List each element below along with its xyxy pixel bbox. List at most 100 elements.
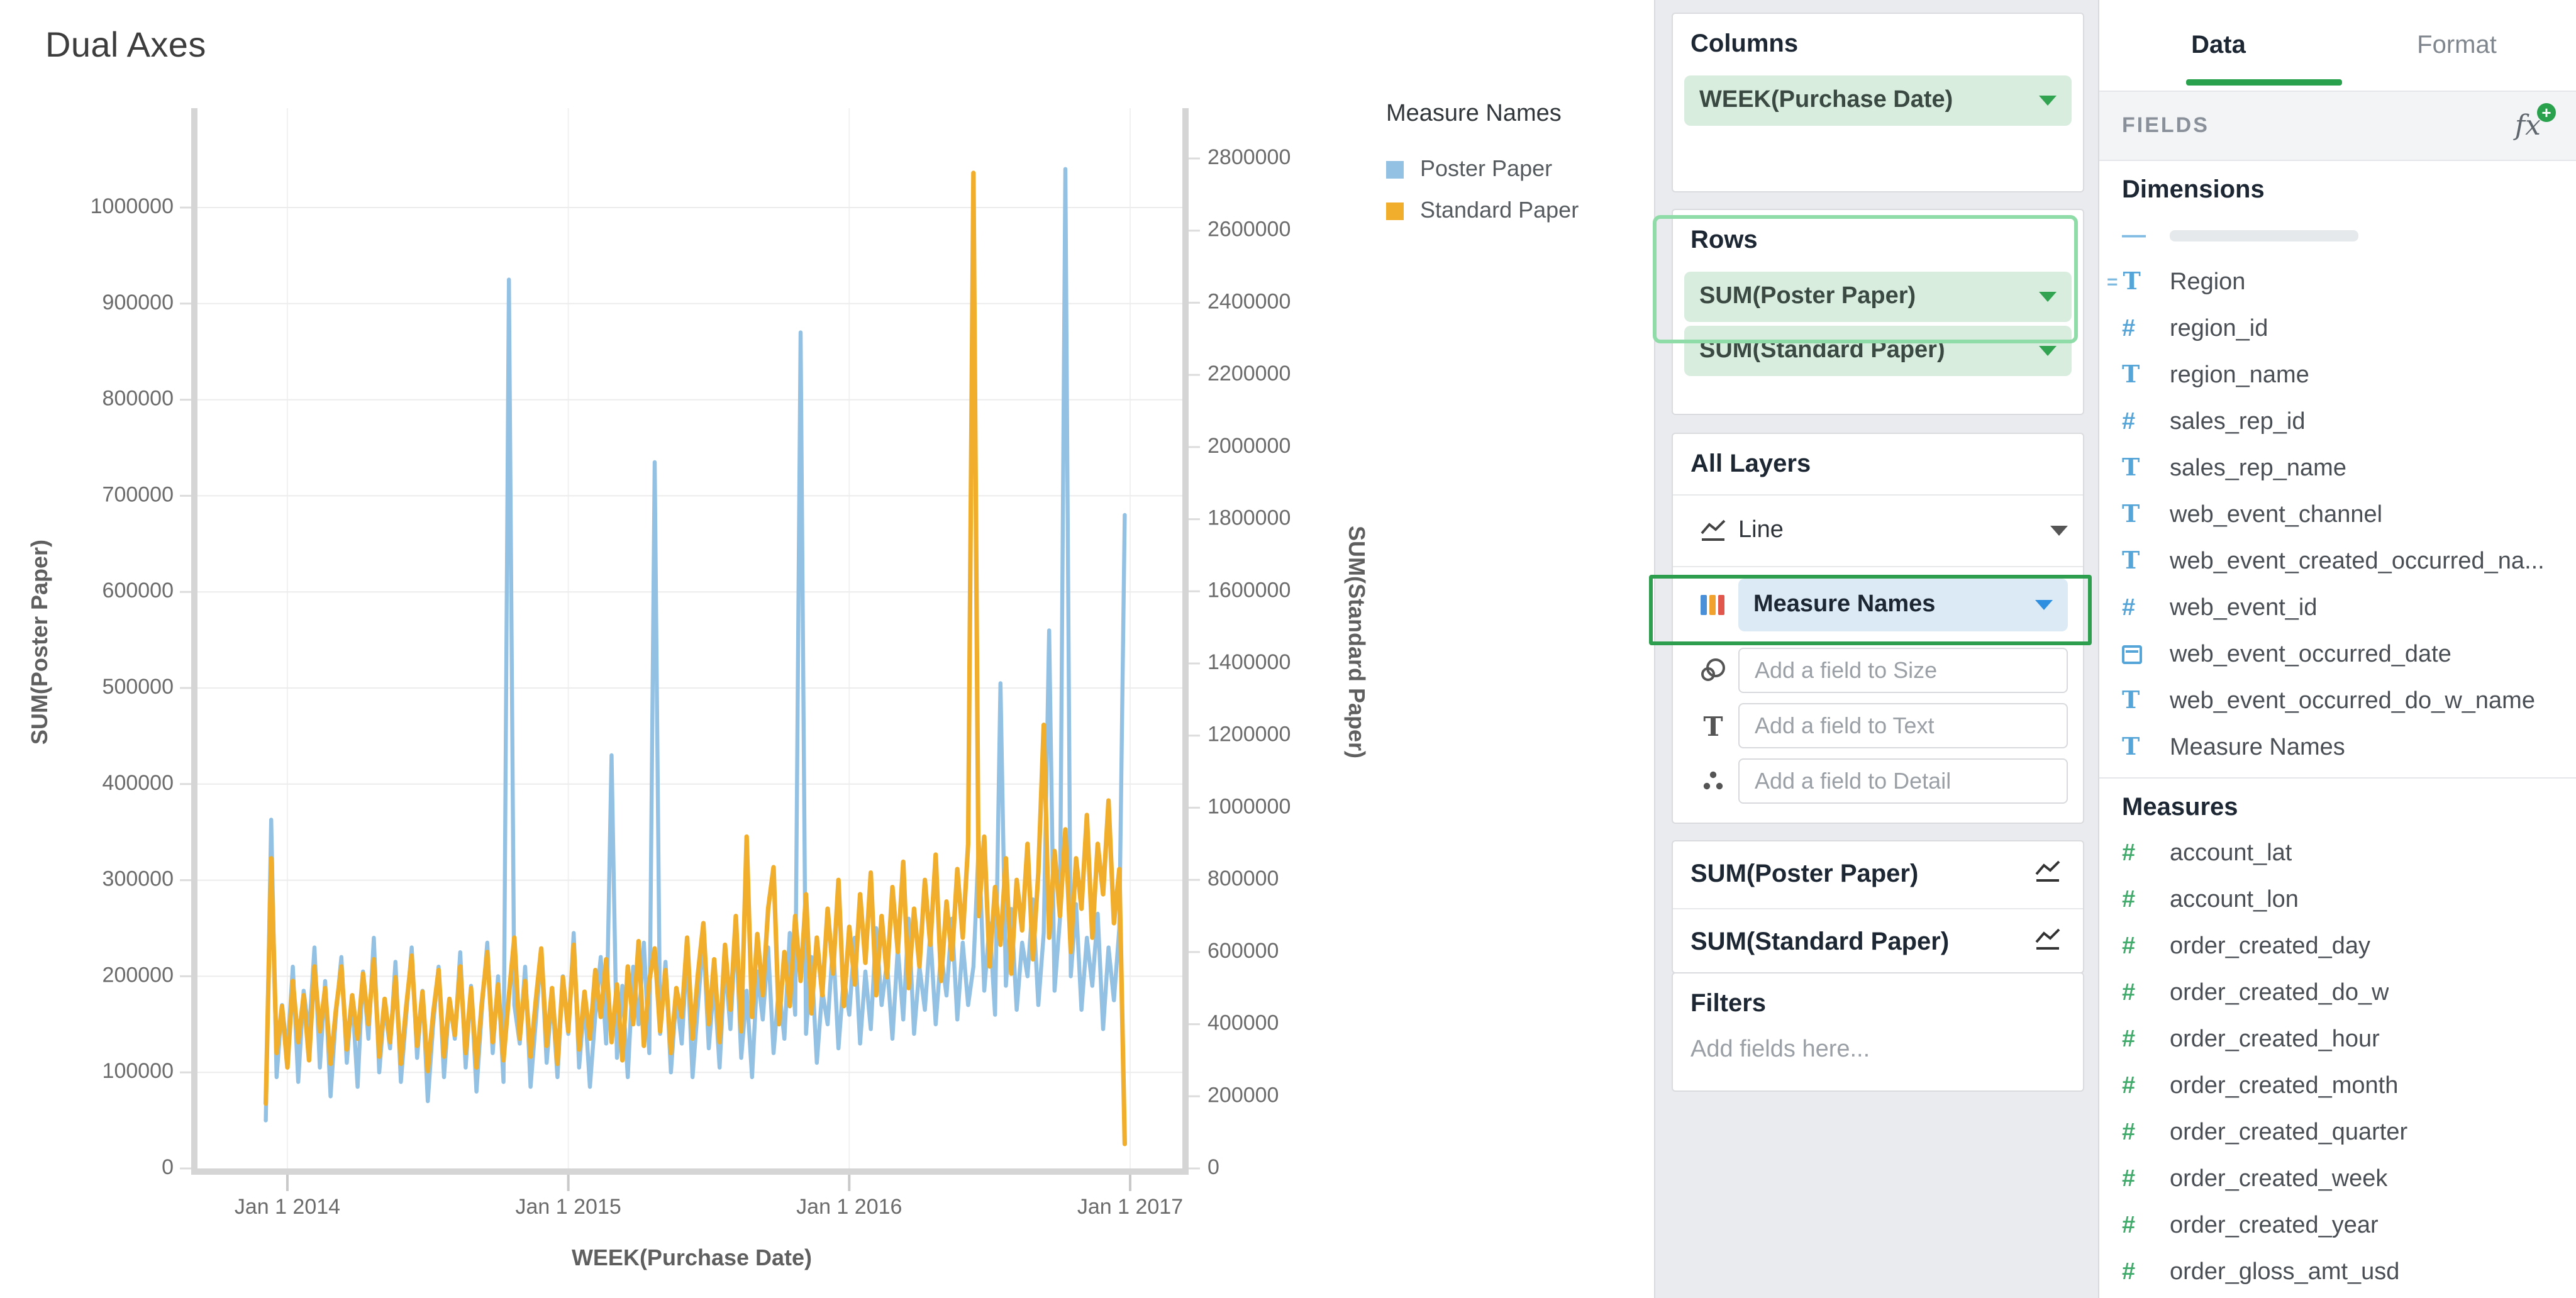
rows-pill-sum-poster-paper[interactable]: SUM(Poster Paper): [1684, 272, 2072, 322]
field-row-region-name[interactable]: Tregion_name: [2099, 352, 2576, 399]
right-tick-label: 2800000: [1208, 145, 1291, 169]
field-row-region[interactable]: =TRegion: [2099, 259, 2576, 306]
field-row-web-event-channel[interactable]: Tweb_event_channel: [2099, 492, 2576, 538]
field-row-region-id[interactable]: #region_id: [2099, 306, 2576, 352]
left-tick-label: 400000: [103, 771, 174, 795]
chevron-down-icon[interactable]: [2039, 292, 2057, 302]
dimensions-header: Dimensions: [2099, 161, 2576, 213]
columns-pill-week-purchase-date[interactable]: WEEK(Purchase Date): [1684, 75, 2072, 126]
field-label: Region: [2170, 269, 2245, 296]
partial-field-icon: —: [2122, 224, 2146, 248]
field-label: order_created_quarter: [2170, 1119, 2407, 1146]
size-shelf-row: Add a field to Size: [1673, 643, 2083, 698]
field-row-web-event-occurred-do-w-name[interactable]: Tweb_event_occurred_do_w_name: [2099, 678, 2576, 724]
number-type-icon: #: [2122, 1167, 2135, 1191]
color-pill-measure-names[interactable]: Measure Names: [1738, 579, 2068, 631]
field-row-partial[interactable]: —: [2099, 213, 2576, 259]
chevron-down-icon[interactable]: [2039, 346, 2057, 356]
plus-icon: +: [2537, 103, 2556, 121]
size-icon: [1688, 658, 1738, 683]
field-row-web-event-occurred-date[interactable]: web_event_occurred_date: [2099, 631, 2576, 678]
columns-shelf: Columns WEEK(Purchase Date): [1672, 13, 2084, 192]
legend-swatch: [1386, 160, 1404, 178]
layer-row-sum-poster-paper[interactable]: SUM(Poster Paper): [1673, 841, 2083, 908]
field-label: order_created_do_w: [2170, 979, 2389, 1007]
field-label: order_gloss_amt_usd: [2170, 1258, 2399, 1286]
left-tick-label: 900000: [103, 291, 174, 314]
add-calculated-field-button[interactable]: fx+: [2515, 110, 2553, 141]
field-label: web_event_occurred_do_w_name: [2170, 687, 2535, 715]
text-type-icon: T: [2122, 457, 2140, 480]
filters-header: Filters: [1673, 974, 2083, 1019]
field-row-order-created-hour[interactable]: # order_created_hour: [2099, 1016, 2576, 1063]
field-label: order_created_month: [2170, 1072, 2398, 1100]
field-row-web-event-created-occurred-na-[interactable]: Tweb_event_created_occurred_na...: [2099, 538, 2576, 585]
chevron-down-icon[interactable]: [2039, 96, 2057, 106]
mark-type-label: Line: [1738, 517, 2050, 545]
field-row-order-created-day[interactable]: #order_created_day: [2099, 923, 2576, 970]
panel-tabs: Data Format: [2099, 0, 2576, 91]
partial-field-text: [2170, 230, 2358, 241]
detail-field-input[interactable]: Add a field to Detail: [1738, 758, 2068, 804]
legend-item[interactable]: Poster Paper: [1386, 156, 1579, 182]
layer-list-card: SUM(Poster Paper) SUM(Standard Paper): [1672, 840, 2084, 974]
field-row-order-created-week[interactable]: #order_created_week: [2099, 1156, 2576, 1202]
right-tick-label: 2000000: [1208, 434, 1291, 458]
text-type-icon: T: [2122, 363, 2140, 387]
number-type-icon: #: [2122, 596, 2135, 620]
right-tick-label: 0: [1208, 1155, 1219, 1179]
field-row-account-lat[interactable]: # account_lat: [2099, 830, 2576, 877]
left-tick-label: 800000: [103, 387, 174, 411]
field-row-order-gloss-amt-usd[interactable]: #order_gloss_amt_usd: [2099, 1249, 2576, 1295]
chevron-down-icon[interactable]: [2050, 526, 2068, 536]
number-type-icon: #: [2122, 841, 2135, 865]
field-row-web-event-id[interactable]: #web_event_id: [2099, 585, 2576, 631]
detail-shelf-row: Add a field to Detail: [1673, 753, 2083, 809]
field-row-order-created-quarter[interactable]: # order_created_quarter: [2099, 1109, 2576, 1156]
chevron-down-icon[interactable]: [2035, 600, 2053, 610]
data-panel: Data Format FIELDS fx+ Dimensions —=TReg…: [2098, 0, 2576, 1298]
left-tick-label: 1000000: [91, 194, 174, 218]
left-tick-label: 500000: [103, 675, 174, 699]
tab-data[interactable]: Data: [2099, 31, 2338, 60]
field-row-measure-names[interactable]: TMeasure Names: [2099, 724, 2576, 771]
left-tick-label: 300000: [103, 867, 174, 891]
pill-label: SUM(Poster Paper): [1699, 283, 2039, 311]
field-row-order-created-month[interactable]: #order_created_month: [2099, 1063, 2576, 1109]
line-chart-icon: [1688, 518, 1738, 543]
rows-pill-sum-standard-paper[interactable]: SUM(Standard Paper): [1684, 326, 2072, 376]
right-tick-label: 600000: [1208, 939, 1279, 963]
field-label: order_created_day: [2170, 933, 2370, 960]
rows-header: Rows: [1673, 210, 2083, 255]
text-type-icon: T: [2123, 270, 2141, 294]
number-type-icon: #: [2122, 1121, 2135, 1145]
filters-placeholder[interactable]: Add fields here...: [1690, 1036, 1870, 1063]
columns-header: Columns: [1673, 14, 2083, 59]
field-label: order_created_hour: [2170, 1026, 2380, 1053]
field-row-sales-rep-id[interactable]: #sales_rep_id: [2099, 399, 2576, 445]
mark-type-dropdown[interactable]: Line: [1673, 496, 2083, 566]
field-row-order-created-year[interactable]: #order_created_year: [2099, 1202, 2576, 1249]
right-tick-label: 1600000: [1208, 578, 1291, 602]
layer-label: SUM(Poster Paper): [1690, 860, 1918, 889]
number-type-icon: #: [2122, 1028, 2135, 1051]
left-tick-label: 0: [162, 1155, 174, 1179]
number-type-icon: #: [2122, 888, 2135, 912]
dimensions-list: —=TRegion#region_idTregion_name#sales_re…: [2099, 213, 2576, 771]
text-field-input[interactable]: Add a field to Text: [1738, 703, 2068, 748]
x-axis-title: WEEK(Purchase Date): [541, 1245, 843, 1272]
tab-format[interactable]: Format: [2338, 31, 2576, 60]
size-field-input[interactable]: Add a field to Size: [1738, 648, 2068, 693]
field-row-order-created-do-w[interactable]: #order_created_do_w: [2099, 970, 2576, 1016]
field-label: account_lat: [2170, 840, 2292, 867]
right-tick-label: 200000: [1208, 1083, 1279, 1107]
text-type-icon: T: [2122, 736, 2140, 760]
legend-item[interactable]: Standard Paper: [1386, 197, 1579, 224]
field-row-sales-rep-name[interactable]: Tsales_rep_name: [2099, 445, 2576, 492]
layer-row-sum-standard-paper[interactable]: SUM(Standard Paper): [1673, 909, 2083, 976]
left-tick-label: 200000: [103, 963, 174, 987]
pill-label: SUM(Standard Paper): [1699, 337, 2039, 365]
right-tick-label: 1200000: [1208, 723, 1291, 746]
right-tick-label: 1800000: [1208, 506, 1291, 530]
field-row-account-lon[interactable]: #account_lon: [2099, 877, 2576, 923]
